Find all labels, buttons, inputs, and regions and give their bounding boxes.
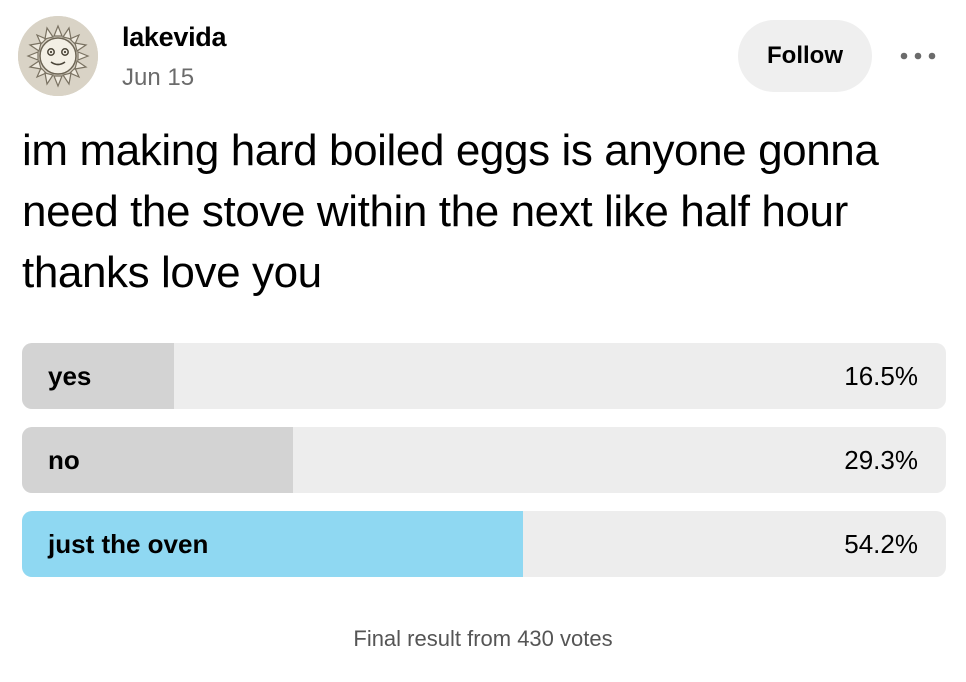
poll-option-label: just the oven [48, 529, 209, 559]
author-name[interactable]: lakevida [122, 22, 226, 53]
poll-option-percent: 54.2% [844, 529, 918, 559]
post-date[interactable]: Jun 15 [122, 64, 194, 92]
poll-option-yes[interactable]: yes 16.5% [22, 343, 946, 409]
poll-option-percent: 16.5% [844, 361, 918, 391]
poll-option-just-the-oven[interactable]: just the oven 54.2% [22, 511, 946, 577]
poll-option-label: yes [48, 361, 92, 391]
poll-result-summary: Final result from 430 votes [353, 626, 613, 651]
follow-button[interactable]: Follow [738, 20, 872, 92]
poll-option-percent: 29.3% [844, 445, 918, 475]
poll-option-label: no [48, 445, 80, 475]
post-header: lakevida Jun 15 Follow [18, 16, 948, 96]
poll-option-no[interactable]: no 29.3% [22, 427, 946, 493]
sun-face-icon [18, 16, 98, 96]
post-body-text: im making hard boiled eggs is anyone gon… [22, 126, 879, 297]
more-dots-icon [900, 52, 936, 60]
avatar[interactable] [18, 16, 98, 96]
poll-result-bar [22, 343, 175, 409]
more-options-button[interactable] [894, 42, 942, 70]
poll: yes 16.5% no 29.3% just the oven 54.2% [22, 343, 946, 595]
